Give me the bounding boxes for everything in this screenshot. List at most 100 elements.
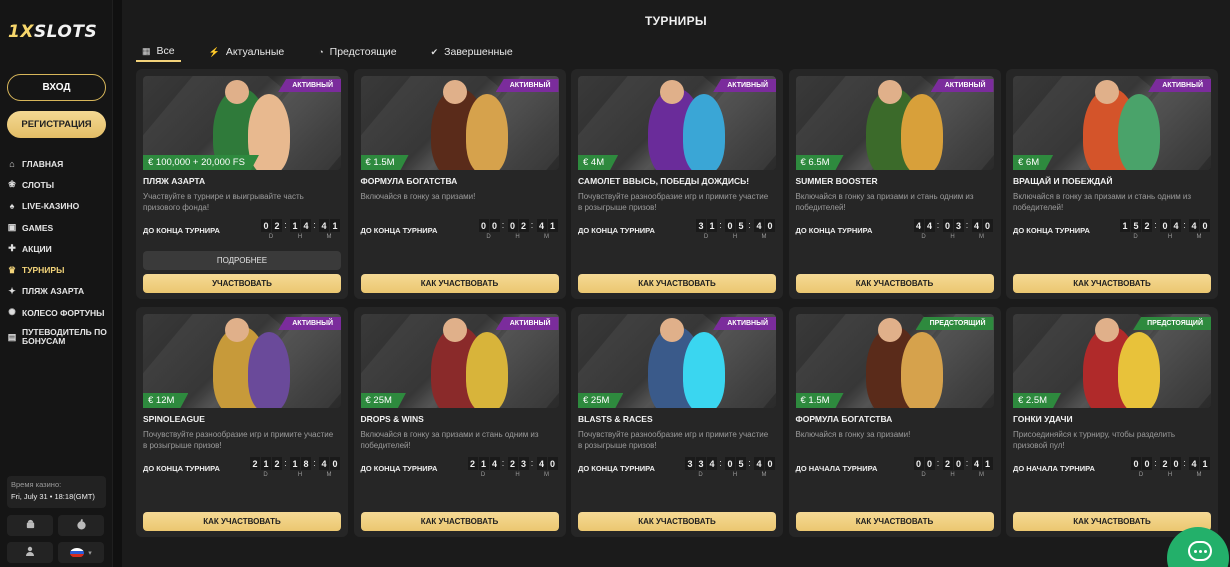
banner-character bbox=[1118, 94, 1160, 170]
casino-time-label: Время казино: bbox=[11, 480, 62, 489]
main-content: ТУРНИРЫ ▦ Все ⚡ Актуальные ◔ Предстоящие ✔ Заве… bbox=[122, 0, 1230, 567]
android-icon bbox=[25, 519, 36, 533]
tournament-name: SPINOLEAGUE bbox=[143, 414, 205, 424]
sidebar-item-9[interactable]: ✎ ЗАДАНИЯ bbox=[0, 351, 113, 358]
join-button[interactable]: КАК УЧАСТВОВАТЬ bbox=[578, 274, 776, 293]
status-badge: АКТИВНЫЙ bbox=[1148, 79, 1211, 92]
join-button[interactable]: КАК УЧАСТВОВАТЬ bbox=[578, 512, 776, 531]
tab-2[interactable]: ◔ Предстоящие bbox=[312, 42, 402, 62]
timer-digit: 3 bbox=[685, 457, 695, 470]
timer-digit: 1 bbox=[261, 457, 271, 470]
countdown-label: ДО КОНЦА ТУРНИРА bbox=[143, 226, 220, 235]
sidebar-item-2[interactable]: ♠ LIVE-КАЗИНО bbox=[0, 196, 113, 217]
timer-digit: 3 bbox=[518, 457, 529, 470]
ios-app-button[interactable] bbox=[58, 515, 104, 536]
status-badge: АКТИВНЫЙ bbox=[278, 317, 341, 330]
prize-tag: € 25M bbox=[361, 393, 406, 408]
timer-group-d: 212D bbox=[249, 457, 282, 478]
join-button[interactable]: КАК УЧАСТВОВАТЬ bbox=[795, 274, 994, 293]
join-button[interactable]: КАК УЧАСТВОВАТЬ bbox=[360, 274, 559, 293]
countdown-label: ДО КОНЦА ТУРНИРА bbox=[360, 226, 438, 235]
sidebar-item-4[interactable]: ✚ АКЦИИ bbox=[0, 238, 113, 259]
timer-digit: 4 bbox=[1171, 219, 1181, 232]
tab-3[interactable]: ✔ Завершенные bbox=[425, 42, 519, 62]
timer-digit: 8 bbox=[301, 457, 311, 470]
tab-label: Предстоящие bbox=[329, 46, 397, 58]
timer-unit: M bbox=[761, 234, 767, 240]
tournament-name: ПЛЯЖ АЗАРТА bbox=[143, 176, 206, 186]
timer-group-d: 31 D bbox=[695, 219, 717, 240]
details-button[interactable]: ПОДРОБНЕЕ bbox=[143, 251, 341, 270]
gift-icon: ✚ bbox=[8, 243, 16, 254]
sidebar-item-6[interactable]: ✦ ПЛЯЖ АЗАРТА bbox=[0, 281, 113, 302]
tournament-description: Включайся в гонку за призами! bbox=[795, 430, 911, 439]
countdown-timer: 152D:04H:40M bbox=[1119, 219, 1210, 240]
register-button[interactable]: РЕГИСТРАЦИЯ bbox=[7, 111, 106, 138]
sidebar-item-label: ПЛЯЖ АЗАРТА bbox=[22, 286, 85, 297]
sidebar-item-0[interactable]: ⌂ ГЛАВНАЯ bbox=[0, 153, 113, 174]
language-select[interactable]: ▾ bbox=[58, 542, 104, 563]
join-button[interactable]: КАК УЧАСТВОВАТЬ bbox=[143, 512, 341, 531]
timer-digit: 2 bbox=[1160, 457, 1170, 470]
logo[interactable]: 1X SLOTS bbox=[8, 20, 104, 44]
timer-digit: 4 bbox=[301, 219, 311, 232]
status-badge: ПРЕДСТОЯЩИЙ bbox=[915, 317, 994, 330]
sidebar-item-label: ЗАДАНИЯ bbox=[22, 357, 64, 358]
timer-group-h: 02 H bbox=[507, 219, 529, 240]
tournament-name: ФОРМУЛА БОГАТСТВА bbox=[360, 176, 458, 186]
login-button[interactable]: ВХОД bbox=[7, 74, 106, 101]
tournament-tabs: ▦ Все ⚡ Актуальные ◔ Предстоящие ✔ Завершенные bbox=[136, 42, 541, 62]
gamepad-icon: ▣ bbox=[7, 222, 17, 233]
sidebar-item-1[interactable]: ❀ СЛОТЫ bbox=[0, 174, 113, 195]
timer-digits: 41 bbox=[1188, 457, 1210, 470]
sidebar-item-8[interactable]: ▤ ПУТЕВОДИТЕЛЬ ПО БОНУСАМ bbox=[0, 323, 113, 351]
sidebar-item-5[interactable]: ♛ ТУРНИРЫ bbox=[0, 259, 113, 280]
grid-icon: ▦ bbox=[142, 45, 151, 56]
status-badge: АКТИВНЫЙ bbox=[278, 79, 341, 92]
timer-digits: 40 bbox=[1188, 219, 1210, 232]
sidebar-item-7[interactable]: ✺ КОЛЕСО ФОРТУНЫ bbox=[0, 302, 113, 323]
tournament-description: Присоединяйся к турниру, чтобы разделить… bbox=[1013, 430, 1175, 450]
status-badge: АКТИВНЫЙ bbox=[713, 317, 776, 330]
tab-1[interactable]: ⚡ Актуальные bbox=[203, 42, 291, 62]
timer-separator: : bbox=[936, 220, 940, 230]
join-button[interactable]: КАК УЧАСТВОВАТЬ bbox=[360, 512, 559, 531]
status-badge: ПРЕДСТОЯЩИЙ bbox=[1133, 317, 1211, 330]
status-badge: АКТИВНЫЙ bbox=[713, 79, 776, 92]
join-button[interactable]: КАК УЧАСТВОВАТЬ bbox=[795, 512, 994, 531]
timer-digit: 1 bbox=[290, 457, 300, 470]
timer-unit: H bbox=[297, 234, 303, 240]
banner-character bbox=[465, 94, 508, 170]
join-button[interactable]: КАК УЧАСТВОВАТЬ bbox=[1013, 274, 1211, 293]
tournament-card: АКТИВНЫЙ € 4M САМОЛЕТ ВВЫСЬ, ПОБЕДЫ ДОЖДИС… bbox=[571, 69, 783, 299]
timer-digit: 0 bbox=[913, 457, 924, 470]
timer-unit: M bbox=[1196, 472, 1202, 478]
timer-digit: 4 bbox=[754, 219, 764, 232]
join-button[interactable]: КАК УЧАСТВОВАТЬ bbox=[1013, 512, 1211, 531]
tab-0[interactable]: ▦ Все bbox=[136, 42, 181, 62]
timer-separator: : bbox=[501, 458, 505, 468]
tournament-name: ВРАЩАЙ И ПОБЕЖДАЙ bbox=[1013, 176, 1113, 186]
timer-digits: 31 bbox=[695, 219, 717, 232]
banner-character-head bbox=[660, 80, 684, 104]
sidebar-item-3[interactable]: ▣ GAMES bbox=[0, 217, 113, 238]
profile-button[interactable] bbox=[7, 542, 53, 563]
android-app-button[interactable] bbox=[7, 515, 53, 536]
wheel-icon: ✺ bbox=[8, 307, 16, 318]
banner-character-head bbox=[660, 318, 684, 342]
timer-digits: 23 bbox=[507, 457, 529, 470]
countdown-label: ДО НАЧАЛА ТУРНИРА bbox=[795, 464, 878, 473]
banner-character-head bbox=[877, 318, 902, 342]
timer-digits: 20 bbox=[942, 457, 964, 470]
prize-tag: € 6.5M bbox=[796, 155, 844, 170]
countdown-timer: 00D:20H:41M bbox=[1130, 457, 1210, 478]
timer-digit: 4 bbox=[913, 219, 924, 232]
timer-unit: H bbox=[732, 472, 738, 478]
tournament-card: АКТИВНЫЙ € 1.5M ФОРМУЛА БОГАТСТВА Включайся… bbox=[353, 69, 566, 299]
timer-digit: 1 bbox=[982, 457, 993, 470]
timer-group-d: 334D bbox=[684, 457, 717, 478]
timer-digits: 00 bbox=[478, 219, 500, 232]
timer-digit: 1 bbox=[330, 219, 340, 232]
banner-character bbox=[683, 332, 725, 408]
join-button[interactable]: УЧАСТВОВАТЬ bbox=[143, 274, 341, 293]
